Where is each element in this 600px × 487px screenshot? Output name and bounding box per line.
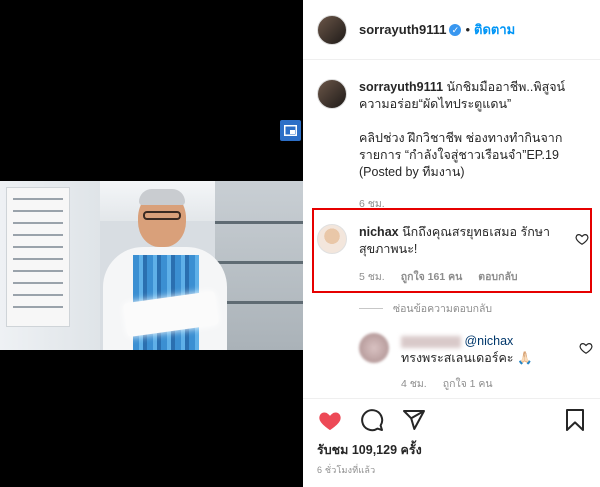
reply-avatar-blurred[interactable] <box>359 333 389 363</box>
save-button[interactable] <box>560 407 590 433</box>
separator-dot: • <box>465 22 471 37</box>
caption-text: sorrayuth9111 นักชิมมืออาชีพ..พิสูจน์ควา… <box>359 79 593 181</box>
follow-button[interactable]: ติดตาม <box>474 19 515 40</box>
caption-username[interactable]: sorrayuth9111 <box>359 80 443 94</box>
heart-filled-icon <box>319 412 341 430</box>
caption-paragraph: คลิปช่วง ฝึกวิชาชีพ ช่องทางทำกินจากรายกา… <box>359 131 563 179</box>
reply-username-blurred[interactable] <box>401 335 461 348</box>
reply-likes[interactable]: ถูกใจ 1 คน <box>443 375 493 392</box>
video-person <box>95 189 235 350</box>
caption-timestamp[interactable]: 6 ชม. <box>359 195 593 212</box>
reply-body: ทรงพระสเลนเดอร์คะ 🙏🏻 <box>401 351 533 365</box>
video-whiteboard <box>6 187 70 327</box>
caption-author-avatar[interactable] <box>317 79 347 109</box>
video-player[interactable] <box>0 181 303 350</box>
view-count-text: รับชม 109,129 ครั้ง <box>317 443 422 457</box>
author-username[interactable]: sorrayuth9111 <box>359 22 446 37</box>
replies-toggle-line <box>359 308 383 309</box>
comment-button[interactable] <box>357 407 387 433</box>
paper-plane-icon <box>403 410 425 430</box>
media-pane <box>0 0 303 487</box>
reply-item: @nichax ทรงพระสเลนเดอร์คะ 🙏🏻 4 ชม. ถูกใจ… <box>359 333 593 392</box>
comment-item: nichax นึกถึงคุณสรยุทธเสมอ รักษาสุขภาพนะ… <box>317 224 593 285</box>
post-caption: sorrayuth9111 นักชิมมืออาชีพ..พิสูจน์ควา… <box>317 79 593 212</box>
picture-in-picture-icon[interactable] <box>280 120 301 141</box>
view-count[interactable]: รับชม 109,129 ครั้ง <box>317 440 422 460</box>
hide-replies-toggle[interactable]: ซ่อนข้อความตอบกลับ <box>359 300 492 317</box>
reply-text: @nichax ทรงพระสเลนเดอร์คะ 🙏🏻 <box>401 333 533 367</box>
video-wall <box>0 181 100 350</box>
video-person-glasses <box>143 211 181 220</box>
reply-mention[interactable]: @nichax <box>464 334 513 348</box>
post-timestamp[interactable]: 6 ชั่วโมงที่แล้ว <box>317 463 375 477</box>
post-actions <box>315 405 590 435</box>
video-person-hair <box>139 189 185 205</box>
comment-timestamp[interactable]: 5 ชม. <box>359 268 385 285</box>
post-side-panel: sorrayuth9111 ✓ • ติดตาม sorrayuth9111 น… <box>303 0 600 487</box>
share-button[interactable] <box>399 407 429 433</box>
comment-text: nichax นึกถึงคุณสรยุทธเสมอ รักษาสุขภาพนะ… <box>359 224 564 258</box>
author-avatar[interactable] <box>317 14 347 45</box>
post-header: sorrayuth9111 ✓ • ติดตาม <box>303 0 600 60</box>
like-button[interactable] <box>315 407 345 433</box>
heart-outline-icon[interactable] <box>575 232 589 246</box>
comment-reply-button[interactable]: ตอบกลับ <box>478 268 517 285</box>
commenter-username[interactable]: nichax <box>359 225 399 239</box>
commenter-avatar[interactable] <box>317 224 347 254</box>
reply-timestamp[interactable]: 4 ชม. <box>401 375 427 392</box>
comment-icon <box>361 409 384 432</box>
comment-likes[interactable]: ถูกใจ 161 คน <box>401 268 463 285</box>
reply-meta: 4 ชม. ถูกใจ 1 คน <box>401 375 589 392</box>
actions-divider <box>303 398 600 399</box>
hide-replies-label: ซ่อนข้อความตอบกลับ <box>393 303 493 315</box>
comment-meta: 5 ชม. ถูกใจ 161 คน ตอบกลับ <box>359 268 593 285</box>
heart-outline-icon[interactable] <box>579 341 593 355</box>
bookmark-icon <box>566 409 584 431</box>
verified-badge-icon: ✓ <box>449 23 462 36</box>
